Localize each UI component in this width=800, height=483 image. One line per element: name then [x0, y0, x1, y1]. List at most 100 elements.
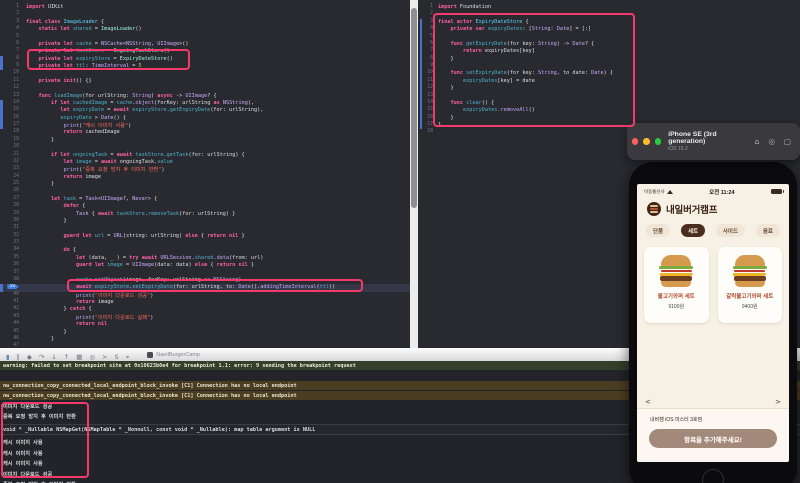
- line-number[interactable]: 13: [0, 93, 26, 100]
- line-number[interactable]: 32: [0, 233, 26, 240]
- home-button[interactable]: [702, 469, 724, 483]
- memory-graph-icon[interactable]: ◎: [89, 353, 95, 361]
- code-text: return image: [63, 173, 101, 180]
- line-number[interactable]: 20: [0, 144, 26, 151]
- next-page-button[interactable]: >: [775, 398, 781, 406]
- code-text: }: [26, 181, 55, 187]
- line-number[interactable]: 12: [0, 85, 26, 92]
- close-window-button[interactable]: [632, 138, 639, 145]
- line-number[interactable]: 44: [0, 321, 26, 328]
- code-line: 44 return nil: [0, 321, 410, 328]
- line-number[interactable]: 16: [0, 115, 26, 122]
- add-items-button[interactable]: 항목을 추가해주세요!: [649, 429, 777, 448]
- line-number[interactable]: 34: [0, 247, 26, 254]
- menu-item-card[interactable]: 갈릭불고기와퍼 세트 9400원: [717, 247, 782, 323]
- editor-scrollbar-thumb[interactable]: [411, 8, 417, 208]
- bottom-panel: 내버캠 iOS 마스터 3호점 항목을 추가해주세요!: [637, 408, 789, 462]
- line-number[interactable]: 2: [418, 11, 438, 18]
- code-line: 11 private init() {}: [0, 78, 410, 85]
- line-number[interactable]: 1: [418, 4, 438, 11]
- menu-item-price: 9400원: [741, 304, 758, 310]
- line-number[interactable]: 40: [0, 292, 26, 299]
- screenshot-icon[interactable]: ◎: [768, 137, 775, 146]
- simulate-icon[interactable]: S: [114, 353, 118, 361]
- source-editor-imageloader[interactable]: 1 import UIKit 2 3 final class ImageLoader {…: [0, 0, 410, 348]
- view-hierarchy-icon[interactable]: ▦: [76, 353, 82, 361]
- code-text: print("이미지 다운로드 실패"): [75, 314, 154, 321]
- tab-음료[interactable]: 음료: [755, 224, 780, 237]
- line-number[interactable]: 5: [0, 34, 26, 41]
- wifi-icon: [666, 189, 673, 194]
- hide-debug-area-icon[interactable]: ▮: [6, 353, 10, 361]
- line-number[interactable]: 42: [0, 306, 26, 313]
- tab-사이드[interactable]: 사이드: [715, 224, 746, 237]
- line-number[interactable]: 31: [0, 225, 26, 232]
- menu-item-name: 갈릭불고기와퍼 세트: [726, 294, 774, 300]
- code-line: 38 cache.setObject(image, forKey: urlStr…: [0, 277, 410, 284]
- line-number[interactable]: 45: [0, 329, 26, 336]
- step-into-icon[interactable]: ↓: [51, 353, 56, 361]
- simulator-titlebar[interactable]: iPhone SE (3rd generation) iOS 16.2 ⌂ ◎ ▢: [627, 123, 800, 160]
- line-number[interactable]: 15: [0, 107, 26, 114]
- line-number[interactable]: 24: [0, 174, 26, 181]
- code-rows-left: 1 import UIKit 2 3 final class ImageLoader {…: [0, 0, 410, 348]
- debug-session-indicator[interactable]: NaeilBurgerCamp: [147, 351, 200, 358]
- category-tabs: 단품 세트 사이드 음료: [637, 220, 789, 239]
- editor-scrollbar[interactable]: [410, 0, 418, 348]
- code-text: do {: [63, 247, 76, 254]
- menu-item-card[interactable]: 불고기와퍼 세트 9100원: [644, 247, 709, 323]
- location-icon[interactable]: ⌖: [126, 353, 130, 361]
- debug-app-label: NaeilBurgerCamp: [156, 351, 200, 358]
- line-number[interactable]: 18: [418, 129, 438, 136]
- code-line: 15 let expiryDate = await expiryStore.ge…: [0, 107, 410, 114]
- line-number[interactable]: 7: [0, 48, 26, 55]
- line-number[interactable]: 18: [0, 129, 26, 136]
- code-line: 23 print("중복 요청 방지 후 이미지 반환"): [0, 166, 410, 173]
- line-number[interactable]: 6: [0, 41, 26, 48]
- code-text: guard let url = URL(string: urlString) e…: [63, 232, 245, 239]
- line-number[interactable]: 2: [0, 11, 26, 18]
- minimize-window-button[interactable]: [643, 138, 650, 145]
- code-text: }: [438, 114, 454, 121]
- screenshot-root: 1 import UIKit 2 3 final class ImageLoader {…: [0, 0, 800, 483]
- tab-세트[interactable]: 세트: [680, 224, 706, 237]
- line-number[interactable]: 28: [0, 203, 26, 210]
- step-over-icon[interactable]: ↷: [39, 353, 44, 361]
- save-screen-icon[interactable]: ▢: [784, 137, 791, 146]
- code-line: 43 print("이미지 다운로드 실패"): [0, 314, 410, 321]
- line-number[interactable]: 23: [0, 166, 26, 173]
- console-icon[interactable]: ≻: [102, 353, 107, 361]
- code-text: Task { await taskStore.removeTask(for: u…: [75, 210, 236, 217]
- code-line: 15 expiryDates.removeAll(): [418, 107, 800, 114]
- menu-cards: 불고기와퍼 세트 9100원 갈릭불고기와퍼 세트 9400원: [637, 239, 789, 323]
- line-number[interactable]: 8: [0, 56, 26, 63]
- line-number[interactable]: 36: [0, 262, 26, 269]
- line-number[interactable]: 37: [0, 270, 26, 277]
- breakpoint-icon[interactable]: ◆: [27, 353, 32, 361]
- pause-icon[interactable]: ‖: [17, 353, 20, 361]
- line-number[interactable]: 38: [0, 277, 26, 284]
- breakpoint-gutter-marker[interactable]: 39: [0, 284, 26, 291]
- step-out-icon[interactable]: ↑: [64, 353, 69, 361]
- line-number[interactable]: 1: [0, 4, 26, 11]
- line-number[interactable]: 4: [0, 26, 26, 33]
- code-line: 20: [0, 144, 410, 151]
- tab-단품[interactable]: 단품: [646, 224, 671, 237]
- code-line: 21 if let ongoingTask = await taskStore.…: [0, 152, 410, 159]
- code-line: 12: [0, 85, 410, 92]
- zoom-window-button[interactable]: [654, 138, 662, 145]
- code-text: let image = await ongoingTask.value: [63, 158, 173, 165]
- line-number[interactable]: 21: [0, 152, 26, 159]
- home-icon[interactable]: ⌂: [755, 137, 760, 146]
- line-number[interactable]: 3: [0, 19, 26, 26]
- code-text: }: [438, 122, 442, 128]
- line-number[interactable]: 10: [0, 70, 26, 77]
- code-text: }: [26, 136, 55, 143]
- code-line: 10: [0, 70, 410, 77]
- code-text: }: [26, 335, 55, 342]
- line-number[interactable]: 29: [0, 211, 26, 218]
- line-number[interactable]: 26: [0, 188, 26, 195]
- prev-page-button[interactable]: <: [645, 398, 651, 406]
- code-text: await expiryStore.setExpiryDate(for: url…: [75, 284, 336, 291]
- code-line: 2: [0, 11, 410, 18]
